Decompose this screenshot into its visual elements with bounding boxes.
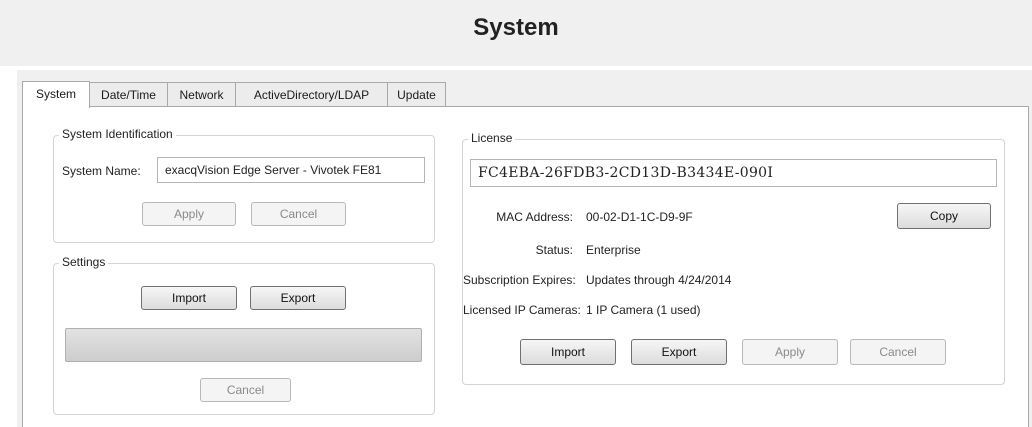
subscription-expires-value: Updates through 4/24/2014 [586, 273, 732, 287]
system-tab-panel: System Identification System Name: exacq… [22, 106, 1029, 427]
system-name-cancel-button[interactable]: Cancel [251, 202, 346, 226]
tab-network[interactable]: Network [167, 82, 236, 106]
tab-date-time[interactable]: Date/Time [89, 82, 168, 106]
license-export-button[interactable]: Export [631, 339, 727, 365]
settings-progress-bar [65, 328, 422, 362]
settings-cancel-button[interactable]: Cancel [200, 378, 291, 402]
system-name-label: System Name: [62, 164, 141, 178]
system-name-input[interactable]: exacqVision Edge Server - Vivotek FE81 [157, 157, 425, 183]
settings-group: Settings Import Export Cancel [53, 255, 435, 415]
page-header: System [0, 0, 1032, 66]
system-identification-title: System Identification [59, 127, 176, 141]
tab-system[interactable]: System [22, 81, 90, 108]
system-name-apply-button[interactable]: Apply [142, 202, 236, 226]
licensed-ip-cameras-label: Licensed IP Cameras: [463, 303, 581, 317]
settings-title: Settings [59, 255, 109, 269]
licensed-ip-cameras-value: 1 IP Camera (1 used) [586, 303, 701, 317]
tab-update[interactable]: Update [387, 82, 446, 106]
license-cancel-button[interactable]: Cancel [850, 339, 946, 365]
settings-import-button[interactable]: Import [141, 286, 237, 310]
license-import-button[interactable]: Import [520, 339, 616, 365]
copy-mac-button[interactable]: Copy [897, 203, 991, 229]
subscription-expires-label: Subscription Expires: [463, 273, 576, 287]
system-identification-group: System Identification System Name: exacq… [53, 127, 435, 243]
settings-export-button[interactable]: Export [250, 286, 346, 310]
mac-address-value: 00-02-D1-1C-D9-9F [586, 210, 693, 224]
status-label: Status: [535, 243, 573, 257]
license-apply-button[interactable]: Apply [742, 339, 838, 365]
mac-address-label: MAC Address: [496, 210, 573, 224]
page-title: System [473, 14, 559, 41]
license-title: License [468, 131, 516, 145]
license-group: License FC4EBA-26FDB3-2CD13D-B3434E-090I… [462, 131, 1005, 385]
status-value: Enterprise [586, 243, 641, 257]
tab-active-directory-ldap[interactable]: ActiveDirectory/LDAP [235, 82, 388, 106]
license-key-input[interactable]: FC4EBA-26FDB3-2CD13D-B3434E-090I [470, 159, 997, 187]
